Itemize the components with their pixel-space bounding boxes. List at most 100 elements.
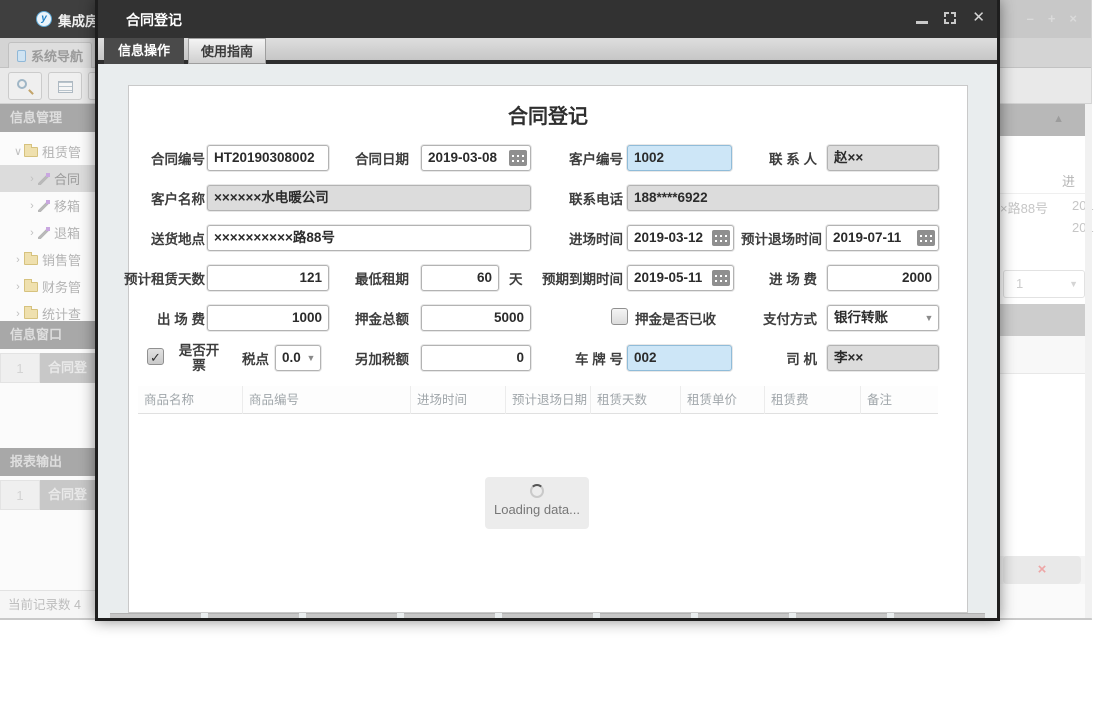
clear-button[interactable]: ×: [1003, 556, 1081, 584]
grid-column-segment[interactable]: [404, 613, 495, 618]
folder-icon: [24, 309, 38, 319]
grid-column-segment[interactable]: [698, 613, 789, 618]
tab-info-operation[interactable]: 信息操作: [104, 38, 184, 64]
section-info-window[interactable]: 信息窗口: [0, 321, 95, 349]
entry-fee-input[interactable]: 2000: [827, 265, 939, 291]
col-exit-date[interactable]: 预计退场日期: [506, 386, 591, 414]
entry-date-input[interactable]: 2019-03-12: [627, 225, 734, 251]
right-panel-body: [1000, 374, 1088, 556]
check-icon: ✓: [150, 350, 161, 365]
chevron-right-icon: ›: [12, 281, 24, 293]
form-row: ✓ 是否开票 税点 0.0 ▼ 另加税额 0 车 牌 号 002 司 机 李××: [129, 344, 967, 372]
right-panel-collapse-bar[interactable]: ▲: [1000, 104, 1088, 136]
extra-tax-input[interactable]: 0: [421, 345, 531, 371]
scrollbar[interactable]: [1085, 104, 1092, 618]
planned-exit-date-input[interactable]: 2019-07-11: [826, 225, 939, 251]
table-view-button[interactable]: [48, 72, 82, 100]
min-term-input[interactable]: 60: [421, 265, 499, 291]
contact-input[interactable]: 赵××: [827, 145, 939, 171]
tree-item-move-box[interactable]: › 移箱: [0, 192, 95, 219]
delivery-address-input[interactable]: ××××××××××路88号: [207, 225, 531, 251]
contract-no-input[interactable]: HT20190308002: [207, 145, 329, 171]
col-product-name[interactable]: 商品名称: [138, 386, 243, 414]
tab-user-guide[interactable]: 使用指南: [188, 38, 266, 64]
minimize-icon[interactable]: [916, 21, 928, 24]
customer-no-label: 客户编号: [555, 148, 623, 168]
loading-text: Loading data...: [485, 502, 589, 517]
search-button[interactable]: [8, 72, 42, 100]
grid-column-segment[interactable]: [894, 613, 985, 618]
min-term-unit: 天: [509, 268, 523, 288]
tree-item-return-box[interactable]: › 退箱: [0, 219, 95, 246]
page-select-dropdown[interactable]: 1 ▼: [1003, 270, 1085, 298]
folder-icon: [24, 147, 38, 157]
customer-name-input[interactable]: ××××××水电暖公司: [207, 185, 531, 211]
tax-point-select[interactable]: 0.0 ▼: [275, 345, 321, 371]
app-logo-icon: y: [36, 11, 52, 27]
dialog-tabstrip: 信息操作 使用指南: [98, 38, 997, 64]
col-product-no[interactable]: 商品编号: [243, 386, 411, 414]
tab-system-navigation[interactable]: 系统导航: [8, 42, 92, 68]
driver-input[interactable]: 李××: [827, 345, 939, 371]
tree-item-finance-mgmt[interactable]: › 财务管: [0, 273, 95, 300]
form-panel: 合同登记 合同编号 HT20190308002 合同日期 2019-03-08 …: [128, 85, 968, 613]
maximize-icon[interactable]: [944, 12, 956, 24]
dialog-title: 合同登记: [126, 10, 182, 30]
customer-name-label: 客户名称: [129, 188, 205, 208]
deposit-received-checkbox[interactable]: [611, 308, 628, 325]
grid-column-segment[interactable]: [208, 613, 299, 618]
invoice-checkbox[interactable]: ✓: [147, 348, 164, 365]
close-icon[interactable]: ✕: [972, 11, 985, 25]
calendar-icon[interactable]: [506, 146, 530, 170]
contract-registration-dialog: 合同登记 ✕ 信息操作 使用指南 合同登记 合同编号 HT20190308002…: [95, 0, 1000, 621]
grid-column-segment[interactable]: [306, 613, 397, 618]
col-unit-price[interactable]: 租赁单价: [681, 386, 765, 414]
grid-column-segment[interactable]: [796, 613, 887, 618]
tree-item-rental-mgmt[interactable]: ∨ 租赁管: [0, 138, 95, 165]
screen: y 集成房屋租 – + × 系统导航 信息管理 ∨: [0, 0, 1099, 715]
customer-no-input[interactable]: 1002: [627, 145, 732, 171]
grid-column-segment[interactable]: [502, 613, 593, 618]
col-entry-date[interactable]: 进场时间: [411, 386, 506, 414]
deposit-total-input[interactable]: 5000: [421, 305, 531, 331]
record-count-status: 当前记录数 4: [0, 590, 95, 618]
chevron-down-icon: ▼: [302, 346, 320, 370]
restore-icon[interactable]: +: [1048, 9, 1056, 29]
rental-days-label: 预计租赁天数: [123, 268, 205, 288]
calendar-icon[interactable]: [709, 226, 733, 250]
contract-date-input[interactable]: 2019-03-08: [421, 145, 531, 171]
tree-item-contract[interactable]: › 合同: [0, 165, 95, 192]
report-output-item[interactable]: 1 合同登: [0, 480, 95, 510]
calendar-icon[interactable]: [709, 266, 733, 290]
exit-fee-input[interactable]: 1000: [207, 305, 329, 331]
due-date-input[interactable]: 2019-05-11: [627, 265, 734, 291]
col-rental-fee[interactable]: 租赁费: [765, 386, 861, 414]
tree-item-sales-mgmt[interactable]: › 销售管: [0, 246, 95, 273]
col-remark[interactable]: 备注: [861, 386, 938, 414]
entry-date-label: 进场时间: [555, 228, 623, 248]
info-window-item[interactable]: 1 合同登: [0, 353, 95, 383]
section-report-output[interactable]: 报表输出: [0, 448, 95, 476]
form-row: 客户名称 ××××××水电暖公司 联系电话 188****6922: [129, 184, 967, 212]
deposit-received-label: 押金是否已收: [635, 308, 731, 328]
grid-column-segment[interactable]: [600, 613, 691, 618]
plate-no-input[interactable]: 002: [627, 345, 732, 371]
rental-days-input[interactable]: 121: [207, 265, 329, 291]
contract-date-label: 合同日期: [341, 148, 409, 168]
form-row: 合同编号 HT20190308002 合同日期 2019-03-08 客户编号 …: [129, 144, 967, 172]
minimize-icon[interactable]: –: [1027, 9, 1034, 29]
calendar-icon[interactable]: [914, 226, 938, 250]
due-date-label: 预期到期时间: [533, 268, 623, 288]
section-info-management[interactable]: 信息管理: [0, 104, 95, 132]
payment-method-select[interactable]: 银行转账 ▼: [827, 305, 939, 331]
grid-cell-address: ×路88号: [1000, 198, 1048, 217]
spinner-icon: [530, 484, 544, 498]
grid-column-segment[interactable]: [110, 613, 201, 618]
navigation-icon: [17, 50, 26, 62]
contract-no-label: 合同编号: [129, 148, 205, 168]
close-icon[interactable]: ×: [1069, 9, 1077, 29]
grid-column-header[interactable]: 进: [1000, 166, 1088, 194]
delivery-address-label: 送货地点: [129, 228, 205, 248]
phone-input[interactable]: 188****6922: [627, 185, 939, 211]
col-rental-days[interactable]: 租赁天数: [591, 386, 681, 414]
